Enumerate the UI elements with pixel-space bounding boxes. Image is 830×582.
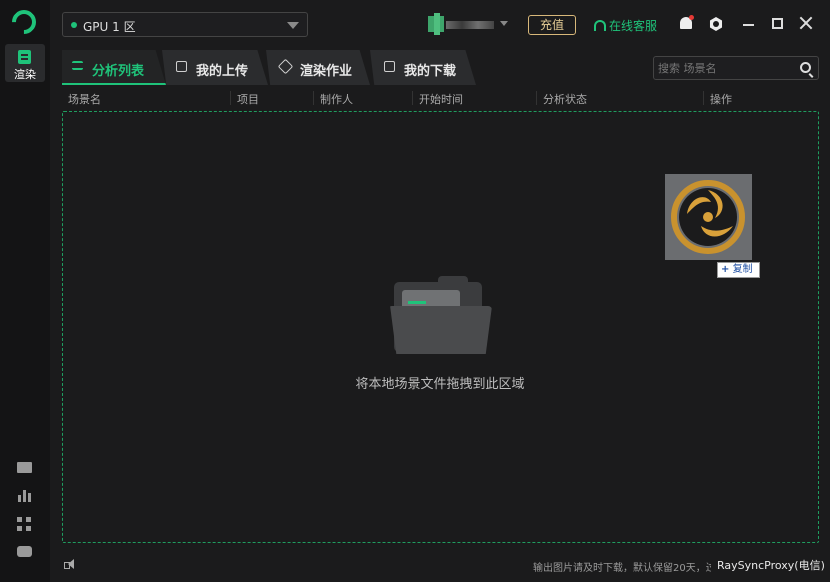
tab-my-downloads[interactable]: 我的下载 [370, 50, 476, 85]
copy-tooltip: + 复制 [717, 262, 760, 278]
tab-label: 我的下载 [404, 64, 457, 79]
tab-render-jobs[interactable]: 渲染作业 [266, 50, 370, 85]
drop-hint: 将本地场景文件拖拽到此区域 [355, 377, 525, 392]
scene-search[interactable] [653, 56, 819, 80]
status-dot-icon [71, 22, 77, 28]
region-select-value: GPU 1 区 [83, 20, 136, 34]
tab-analysis-list[interactable]: 分析列表 [62, 50, 166, 85]
column-project[interactable]: 项目 [230, 91, 259, 106]
download-icon [384, 61, 395, 72]
chat-icon[interactable] [17, 545, 33, 559]
upload-icon [176, 61, 187, 72]
folder-icon[interactable] [17, 460, 33, 474]
column-author[interactable]: 制作人 [313, 91, 353, 106]
online-service-button[interactable]: 在线客服 [594, 17, 657, 34]
masked-username [446, 21, 494, 29]
render-icon [18, 50, 31, 64]
speaker-icon[interactable] [64, 559, 76, 569]
dragged-file-icon[interactable] [665, 174, 752, 260]
close-icon[interactable] [799, 16, 813, 30]
chevron-down-icon [287, 22, 299, 29]
column-scene-name[interactable]: 场景名 [62, 91, 101, 106]
table-header: 场景名 项目 制作人 开始时间 分析状态 操作 [62, 88, 820, 108]
search-icon[interactable] [800, 62, 811, 73]
notification-badge [689, 15, 694, 20]
sidebar-item-render[interactable]: 渲染 [5, 44, 45, 82]
column-analysis-status[interactable]: 分析状态 [536, 91, 587, 106]
tab-my-uploads[interactable]: 我的上传 [162, 50, 268, 85]
recharge-button[interactable]: 充值 [528, 15, 576, 35]
list-icon [72, 61, 83, 70]
chevron-down-icon [500, 21, 508, 26]
layers-icon [277, 58, 294, 75]
tab-label: 我的上传 [196, 64, 249, 79]
minimize-icon[interactable] [743, 24, 754, 26]
column-start-time[interactable]: 开始时间 [412, 91, 463, 106]
maximize-icon[interactable] [772, 18, 783, 29]
bar-chart-icon[interactable] [17, 488, 33, 502]
region-select[interactable]: GPU 1 区 [62, 12, 308, 37]
column-actions: 操作 [703, 91, 732, 106]
online-service-label: 在线客服 [609, 19, 658, 33]
empty-folder-icon [388, 276, 492, 356]
sidebar-item-label: 渲染 [14, 68, 36, 81]
user-account-menu[interactable] [428, 13, 508, 35]
tab-label: 渲染作业 [300, 64, 353, 79]
tab-label: 分析列表 [92, 64, 145, 79]
search-input[interactable] [658, 60, 794, 76]
left-sidebar: 渲染 [0, 0, 50, 582]
headset-icon [594, 20, 606, 31]
copy-tooltip-label: 复制 [732, 264, 753, 275]
footer-note: 输出图片请及时下载，默认保留20天，过 [533, 563, 711, 574]
gear-icon[interactable] [709, 17, 723, 31]
qr-code-icon[interactable] [17, 517, 33, 531]
proxy-status[interactable]: RaySyncProxy(电信) [717, 557, 825, 573]
